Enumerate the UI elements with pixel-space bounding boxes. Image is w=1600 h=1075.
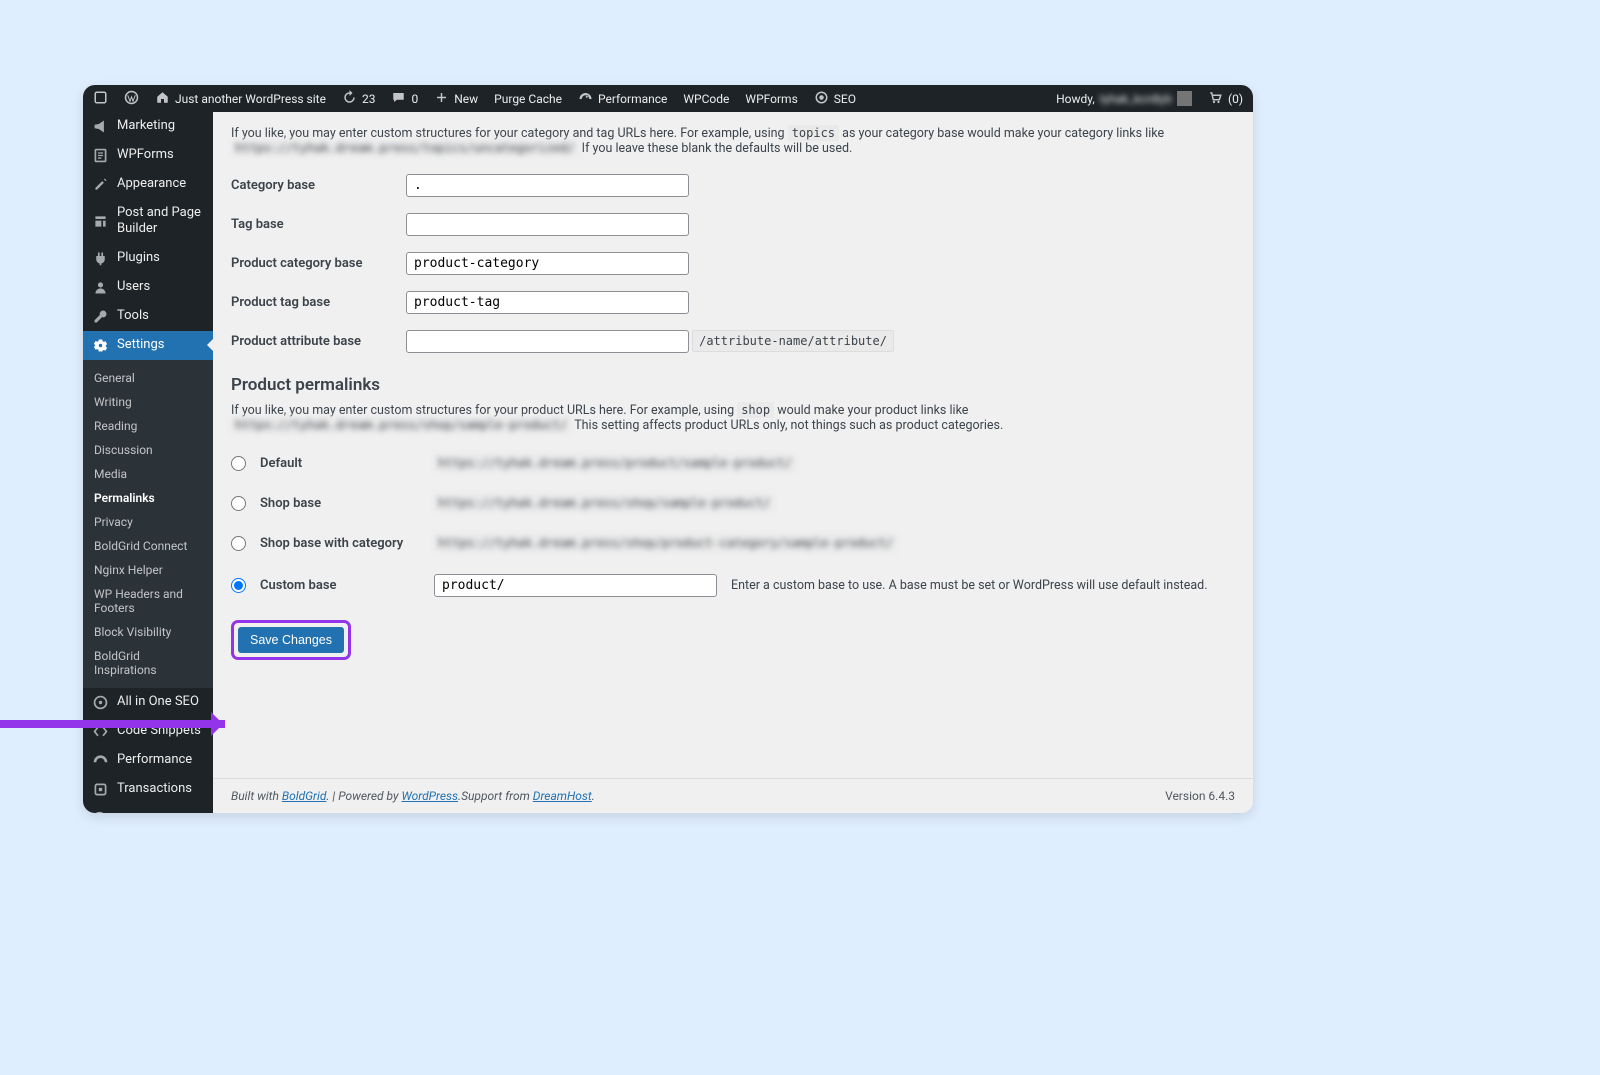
admin-sidebar: Marketing WPForms Appearance Post and Pa… xyxy=(83,112,213,813)
admin-footer: Built with BoldGrid. | Powered by WordPr… xyxy=(213,778,1253,813)
updates-count: 23 xyxy=(362,92,376,106)
site-title: Just another WordPress site xyxy=(175,92,326,106)
wpcode-link[interactable]: WPCode xyxy=(683,92,729,106)
cart-icon xyxy=(1208,90,1223,108)
submenu-discussion[interactable]: Discussion xyxy=(83,438,213,462)
wordpress-logo-icon[interactable] xyxy=(124,90,139,108)
sidebar-item-performance[interactable]: Performance xyxy=(83,746,213,775)
footer-link-boldgrid[interactable]: BoldGrid xyxy=(282,789,327,803)
submenu-permalinks[interactable]: Permalinks xyxy=(83,486,213,510)
submenu-media[interactable]: Media xyxy=(83,462,213,486)
permalink-option-custom-base[interactable]: Custom base Enter a custom base to use. … xyxy=(231,563,1233,608)
purge-cache-link[interactable]: Purge Cache xyxy=(494,92,562,106)
new-label: New xyxy=(454,92,478,106)
avatar-icon xyxy=(1177,91,1192,106)
submenu-privacy[interactable]: Privacy xyxy=(83,510,213,534)
submenu-general[interactable]: General xyxy=(83,366,213,390)
sidebar-item-aioseo[interactable]: All in One SEO xyxy=(83,688,213,717)
version-text: Version 6.4.3 xyxy=(1165,789,1235,803)
permalink-option-shop-base[interactable]: Shop base https://tyhak.dream.press/shop… xyxy=(231,483,1233,523)
heading-product-permalinks: Product permalinks xyxy=(231,375,1233,395)
sidebar-item-appearance[interactable]: Appearance xyxy=(83,170,213,199)
sidebar-item-marketing[interactable]: Marketing xyxy=(83,112,213,141)
attribute-suffix-label: /attribute-name/attribute/ xyxy=(692,330,894,352)
submenu-wp-headers-footers[interactable]: WP Headers and Footers xyxy=(83,582,213,620)
new-link[interactable]: New xyxy=(434,90,478,108)
input-product-attribute-base[interactable] xyxy=(406,330,689,353)
sidebar-item-settings[interactable]: Settings xyxy=(83,331,213,360)
save-changes-button[interactable]: Save Changes xyxy=(238,627,344,653)
gauge-icon xyxy=(578,90,593,108)
submenu-writing[interactable]: Writing xyxy=(83,390,213,414)
cart-count: (0) xyxy=(1228,92,1243,106)
sidebar-item-page-builder[interactable]: Post and Page Builder xyxy=(83,199,213,244)
footer-link-wordpress[interactable]: WordPress xyxy=(401,789,458,803)
site-home-link[interactable]: Just another WordPress site xyxy=(155,90,326,108)
wpforms-link[interactable]: WPForms xyxy=(745,92,797,106)
annotation-arrow xyxy=(0,720,225,728)
footer-link-dreamhost[interactable]: DreamHost xyxy=(533,789,592,803)
account-link[interactable]: Howdy, tyhak_kcn8yb xyxy=(1056,91,1192,106)
permalink-option-default[interactable]: Default https://tyhak.dream.press/produc… xyxy=(231,443,1233,483)
radio-custom-base[interactable] xyxy=(231,578,246,593)
example-code-shop: shop xyxy=(737,402,774,418)
radio-shop-base-category[interactable] xyxy=(231,536,246,551)
sidebar-item-plugins[interactable]: Plugins xyxy=(83,244,213,273)
input-product-tag-base[interactable] xyxy=(406,291,689,314)
wordpress-admin-window: Just another WordPress site 23 0 New Pur… xyxy=(83,85,1253,813)
optional-intro: If you like, you may enter custom struct… xyxy=(231,126,1233,156)
example-code-topics: topics xyxy=(788,125,839,141)
howdy-username: tyhak_kcn8yb xyxy=(1100,92,1172,106)
radio-default[interactable] xyxy=(231,456,246,471)
collapse-menu-button[interactable]: Collapse menu xyxy=(83,804,213,814)
settings-submenu: General Writing Reading Discussion Media… xyxy=(83,360,213,688)
submenu-nginx-helper[interactable]: Nginx Helper xyxy=(83,558,213,582)
update-icon xyxy=(342,90,357,108)
sidebar-item-tools[interactable]: Tools xyxy=(83,302,213,331)
input-category-base[interactable] xyxy=(406,174,689,197)
cart-link[interactable]: (0) xyxy=(1208,90,1243,108)
submenu-reading[interactable]: Reading xyxy=(83,414,213,438)
comments-link[interactable]: 0 xyxy=(391,90,418,108)
plus-icon xyxy=(434,90,449,108)
about-icon[interactable] xyxy=(93,90,108,108)
blurred-shop-url: https://tyhak.dream.press/shop/sample-pr… xyxy=(231,417,571,433)
label-product-category-base: Product category base xyxy=(231,244,406,283)
performance-link[interactable]: Performance xyxy=(578,90,667,108)
comment-icon xyxy=(391,90,406,108)
submenu-boldgrid-connect[interactable]: BoldGrid Connect xyxy=(83,534,213,558)
radio-shop-base[interactable] xyxy=(231,496,246,511)
label-category-base: Category base xyxy=(231,166,406,205)
product-permalinks-intro: If you like, you may enter custom struct… xyxy=(231,403,1233,433)
label-tag-base: Tag base xyxy=(231,205,406,244)
sidebar-item-wpforms[interactable]: WPForms xyxy=(83,141,213,170)
target-icon xyxy=(814,90,829,108)
comments-count: 0 xyxy=(411,92,418,106)
home-icon xyxy=(155,90,170,108)
howdy-text: Howdy, xyxy=(1056,92,1095,106)
custom-base-hint: Enter a custom base to use. A base must … xyxy=(731,578,1208,593)
seo-link[interactable]: SEO xyxy=(814,90,856,108)
submenu-boldgrid-inspirations[interactable]: BoldGrid Inspirations xyxy=(83,644,213,682)
input-tag-base[interactable] xyxy=(406,213,689,236)
blurred-url-example: https://tyhak.dream.press/topics/uncateg… xyxy=(231,140,579,156)
save-button-highlight: Save Changes xyxy=(231,620,351,660)
updates-link[interactable]: 23 xyxy=(342,90,376,108)
input-product-category-base[interactable] xyxy=(406,252,689,275)
sidebar-item-users[interactable]: Users xyxy=(83,273,213,302)
label-product-tag-base: Product tag base xyxy=(231,283,406,322)
permalink-option-shop-base-category[interactable]: Shop base with category https://tyhak.dr… xyxy=(231,523,1233,563)
admin-bar: Just another WordPress site 23 0 New Pur… xyxy=(83,85,1253,112)
content-area: If you like, you may enter custom struct… xyxy=(213,112,1253,813)
input-custom-base[interactable] xyxy=(434,574,717,597)
label-product-attribute-base: Product attribute base xyxy=(231,322,406,361)
submenu-block-visibility[interactable]: Block Visibility xyxy=(83,620,213,644)
sidebar-item-transactions[interactable]: Transactions xyxy=(83,775,213,804)
